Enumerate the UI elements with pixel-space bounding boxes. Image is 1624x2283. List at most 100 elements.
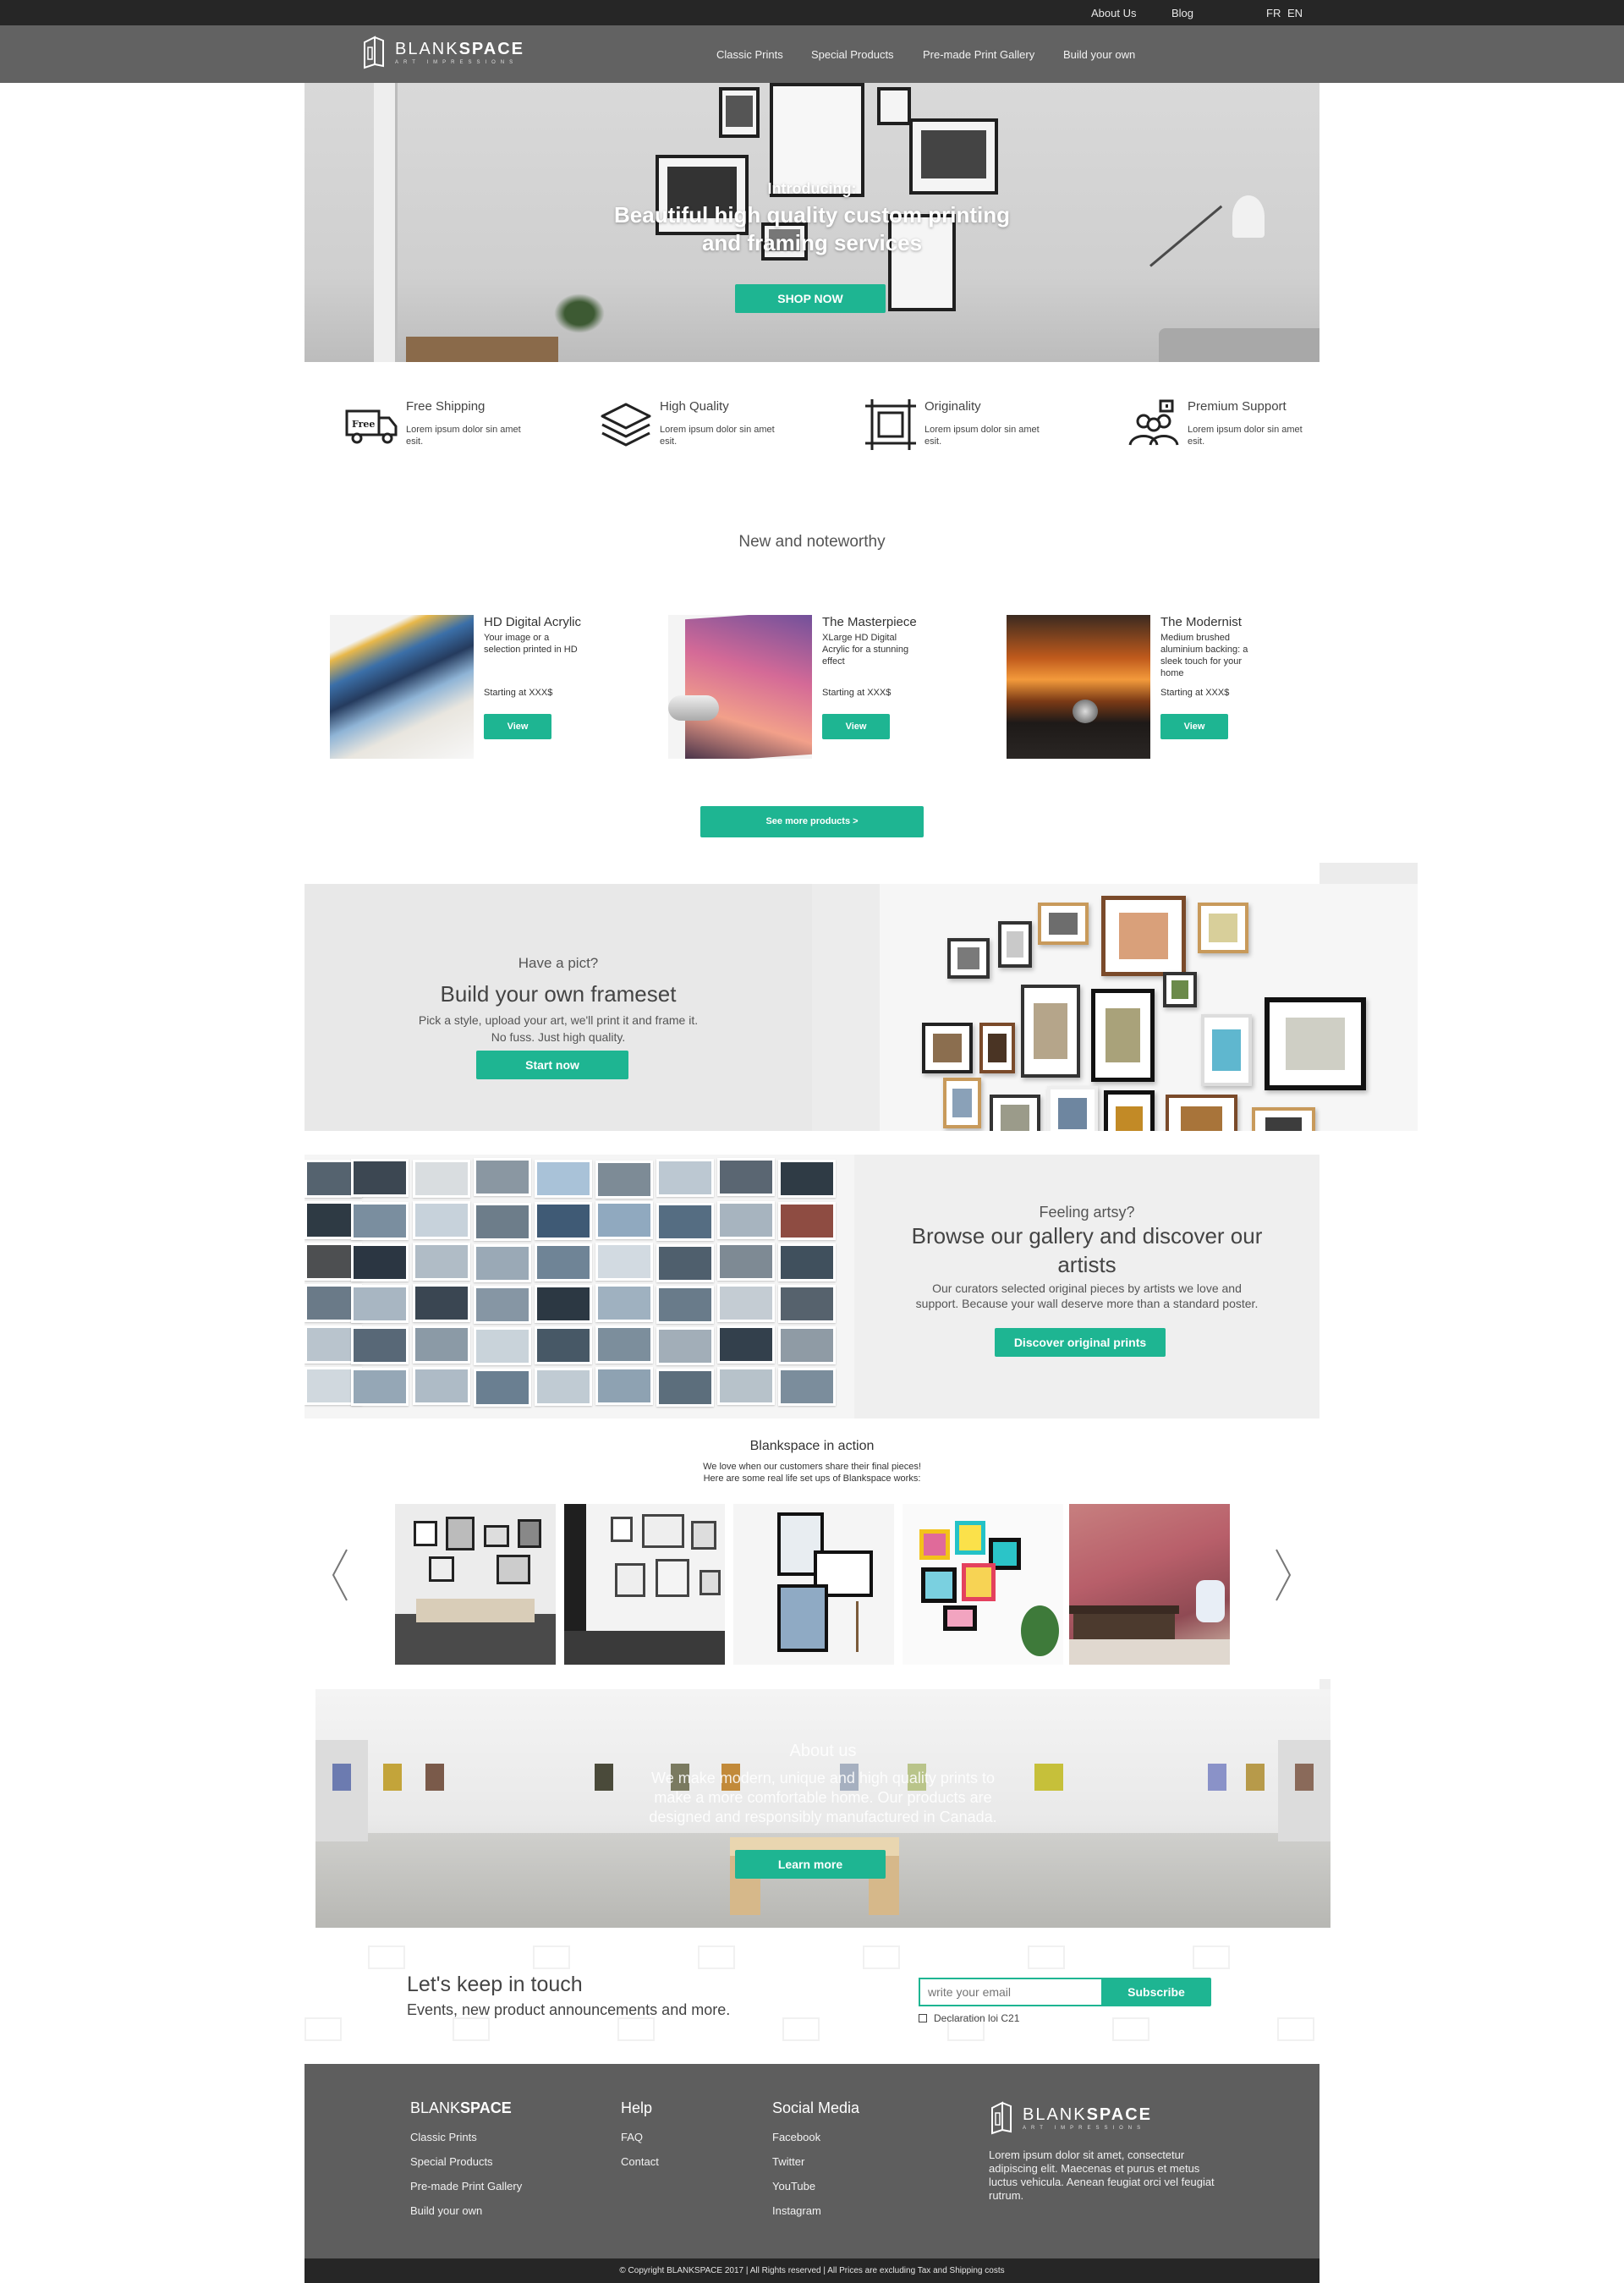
footer-wordmark: BLANKSPACE: [1023, 2105, 1153, 2124]
carousel-next-arrow-icon[interactable]: [1273, 1548, 1293, 1602]
top-utility-bar: About Us Blog FR EN: [0, 0, 1624, 25]
footer-link-youtube[interactable]: YouTube: [772, 2180, 859, 2192]
see-more-products-button[interactable]: See more products >: [700, 806, 924, 837]
customer-photo[interactable]: [395, 1504, 556, 1665]
in-action-line1: We love when our customers share their f…: [703, 1462, 921, 1472]
brand-wordmark: BLANKSPACE: [395, 39, 525, 58]
wall-frame: [943, 1078, 981, 1128]
footer-link-classic-prints[interactable]: Classic Prints: [410, 2131, 522, 2143]
logo-mark-icon: [364, 36, 384, 69]
view-product-button[interactable]: View: [822, 714, 890, 739]
hero-wall-frame: [888, 214, 956, 311]
footer-link-build-your-own[interactable]: Build your own: [410, 2204, 522, 2217]
wall-frame: [979, 1023, 1015, 1073]
customer-photo[interactable]: [903, 1504, 1063, 1665]
gallery-section: Feeling artsy? Browse our gallery and di…: [304, 1155, 1320, 1419]
subscribe-button[interactable]: Subscribe: [1101, 1978, 1211, 2006]
carousel-prev-arrow-icon[interactable]: [330, 1548, 350, 1602]
product-price: Starting at XXX$: [1160, 688, 1230, 698]
wall-frame: [947, 938, 990, 979]
gallery-title-line1: Browse our gallery and discover our: [911, 1223, 1263, 1249]
shop-now-button[interactable]: SHOP NOW: [735, 284, 886, 313]
about-title: About us: [789, 1742, 857, 1760]
frameset-overhang: [1320, 863, 1418, 884]
main-navigation: BLANKSPACE ART IMPRESSIONS Classic Print…: [0, 25, 1624, 83]
feature-desc: Lorem ipsum dolor sin amet esit.: [406, 425, 521, 447]
discover-original-prints-button[interactable]: Discover original prints: [995, 1328, 1166, 1357]
product-image[interactable]: [330, 615, 474, 759]
wall-frame: [1198, 903, 1248, 953]
gallery-line1: Our curators selected original pieces by…: [932, 1281, 1242, 1295]
view-product-button[interactable]: View: [484, 714, 551, 739]
footer-link-facebook[interactable]: Facebook: [772, 2131, 859, 2143]
product-card: HD Digital Acrylic Your image or a selec…: [330, 615, 617, 759]
consent-checkbox[interactable]: [919, 2014, 927, 2022]
customer-photo[interactable]: [733, 1504, 894, 1665]
layers-icon: [601, 403, 651, 447]
footer-link-instagram[interactable]: Instagram: [772, 2204, 859, 2217]
gallery-title-line2: artists: [1057, 1252, 1116, 1277]
nav-classic-prints[interactable]: Classic Prints: [716, 48, 783, 61]
hero-kicker: Introducing:: [767, 180, 857, 197]
crop-frame-icon: [865, 399, 916, 450]
in-action-title: Blankspace in action: [749, 1439, 875, 1453]
footer-social-title: Social Media: [772, 2099, 860, 2116]
legal-consent-row: Declaration loi C21: [919, 2012, 1019, 2024]
footer-link-premade-gallery[interactable]: Pre-made Print Gallery: [410, 2180, 522, 2192]
about-line1: We make modern, unique and high quality …: [651, 1770, 995, 1786]
feature-title: Premium Support: [1188, 399, 1287, 414]
language-fr-link[interactable]: FR: [1266, 7, 1281, 19]
about-us-link[interactable]: About Us: [1091, 7, 1136, 19]
frameset-title: Build your own frameset: [440, 981, 677, 1007]
customer-photo[interactable]: [564, 1504, 725, 1665]
product-image[interactable]: [1007, 615, 1150, 759]
wall-frame: [1265, 997, 1366, 1090]
wall-frame: [1104, 1090, 1155, 1131]
about-line2: make a more comfortable home. Our produc…: [654, 1789, 992, 1806]
learn-more-button[interactable]: Learn more: [735, 1850, 886, 1879]
gallery-photo-grid: [304, 1155, 854, 1419]
hero-sofa: [1159, 328, 1320, 362]
wall-frame: [998, 921, 1032, 968]
in-action-line2: Here are some real life set ups of Blank…: [703, 1474, 921, 1484]
wall-frame: [922, 1023, 973, 1073]
footer-link-faq[interactable]: FAQ: [621, 2131, 659, 2143]
product-card: The Modernist Medium brushed aluminium b…: [1007, 615, 1294, 759]
footer-help-title: Help: [621, 2099, 653, 2116]
footer-link-contact[interactable]: Contact: [621, 2155, 659, 2168]
feature-desc: Lorem ipsum dolor sin amet esit.: [924, 425, 1040, 447]
footer-social-column: Social Media Facebook Twitter YouTube In…: [772, 2099, 859, 2229]
frameset-line1: Pick a style, upload your art, we'll pri…: [418, 1013, 699, 1027]
wall-frame: [1166, 1095, 1237, 1131]
frameset-section: Have a pict? Build your own frameset Pic…: [304, 884, 1418, 1131]
hero-wall-frame: [877, 87, 911, 125]
customer-photo[interactable]: [1069, 1504, 1230, 1665]
hero-headline-line1: Beautiful high quality custom printing: [614, 202, 1010, 228]
footer-link-twitter[interactable]: Twitter: [772, 2155, 859, 2168]
language-en-link[interactable]: EN: [1287, 7, 1303, 19]
footer-help-column: Help FAQ Contact: [621, 2099, 659, 2180]
about-line3: designed and responsibly manufactured in…: [649, 1808, 997, 1825]
nav-build-your-own[interactable]: Build your own: [1063, 48, 1135, 61]
gallery-kicker: Feeling artsy?: [1039, 1204, 1135, 1221]
frameset-kicker: Have a pict?: [518, 955, 599, 971]
product-image[interactable]: [668, 615, 812, 759]
footer-tagline: ART IMPRESSIONS: [1023, 2125, 1146, 2131]
footer-link-special-products[interactable]: Special Products: [410, 2155, 522, 2168]
hero-banner: Introducing: Beautiful high quality cust…: [304, 83, 1320, 362]
product-title: The Masterpiece: [822, 615, 917, 629]
product-desc: XLarge HD Digital Acrylic for a stunning…: [822, 633, 909, 667]
nav-premade-gallery[interactable]: Pre-made Print Gallery: [923, 48, 1034, 61]
email-input[interactable]: [919, 1978, 1103, 2006]
brand-logo[interactable]: BLANKSPACE ART IMPRESSIONS: [361, 34, 524, 71]
view-product-button[interactable]: View: [1160, 714, 1228, 739]
footer-logo: BLANKSPACE ART IMPRESSIONS: [989, 2099, 1217, 2137]
start-now-button[interactable]: Start now: [476, 1051, 628, 1079]
frameset-line2: No fuss. Just high quality.: [491, 1030, 626, 1044]
frameset-text-panel: [304, 884, 812, 1131]
newsletter-title: Let's keep in touch: [407, 1973, 583, 1996]
nav-special-products[interactable]: Special Products: [811, 48, 894, 61]
blog-link[interactable]: Blog: [1171, 7, 1193, 19]
feature-title: Originality: [924, 399, 981, 414]
wall-frame: [1091, 989, 1155, 1082]
